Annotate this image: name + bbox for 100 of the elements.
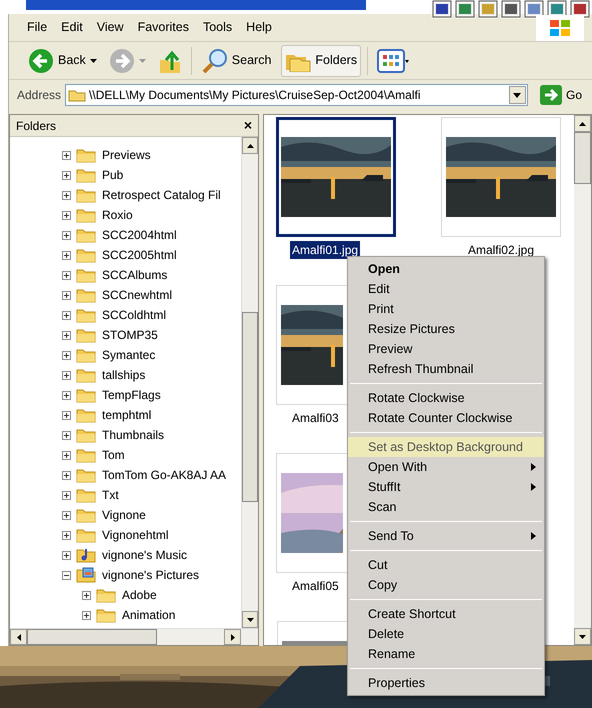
- tree-item[interactable]: Animation: [121, 606, 176, 624]
- app-icon[interactable]: [455, 0, 475, 18]
- expand-icon[interactable]: [62, 410, 71, 420]
- search-icon: [202, 48, 228, 74]
- expand-icon[interactable]: [62, 250, 71, 260]
- tree-item[interactable]: Adobe: [121, 586, 158, 604]
- expand-icon[interactable]: [62, 530, 71, 540]
- expand-icon[interactable]: [62, 270, 71, 280]
- expand-icon[interactable]: [62, 210, 71, 220]
- folder-icon: [76, 367, 96, 383]
- app-icon[interactable]: [570, 0, 590, 18]
- menu-item[interactable]: Open With: [348, 457, 544, 477]
- menu-item[interactable]: Resize Pictures: [348, 319, 544, 339]
- tree-item[interactable]: Symantec: [101, 346, 156, 364]
- tree-item[interactable]: vignone's Pictures: [101, 566, 200, 584]
- menu-item[interactable]: View: [90, 16, 130, 39]
- tree-item[interactable]: vignone's Music: [101, 546, 188, 564]
- address-field[interactable]: \\DELL\My Documents\My Pictures\CruiseSep-Oct2004\Amalfi: [65, 84, 528, 106]
- expand-icon[interactable]: [82, 590, 91, 600]
- app-icon[interactable]: [501, 0, 521, 18]
- tree-item[interactable]: temphtml: [101, 406, 152, 424]
- file-name[interactable]: Amalfi05: [290, 577, 341, 595]
- expand-icon[interactable]: [82, 610, 91, 620]
- menu-item[interactable]: StuffIt: [348, 477, 544, 497]
- menu-item[interactable]: Cut: [348, 555, 544, 575]
- expand-icon[interactable]: [62, 310, 71, 320]
- expand-icon[interactable]: [62, 390, 71, 400]
- tree-item[interactable]: Previews: [101, 146, 152, 164]
- tree-item[interactable]: SCCnewhtml: [101, 286, 174, 304]
- horizontal-scrollbar[interactable]: [10, 628, 258, 645]
- expand-icon[interactable]: [62, 550, 71, 560]
- expand-icon[interactable]: [62, 330, 71, 340]
- expand-icon[interactable]: [62, 430, 71, 440]
- menu-item[interactable]: Tools: [196, 16, 238, 39]
- tree-item[interactable]: Vignonehtml: [101, 526, 170, 544]
- expand-icon[interactable]: [62, 350, 71, 360]
- scroll-thumb[interactable]: [242, 312, 258, 502]
- close-button[interactable]: ×: [244, 115, 252, 136]
- tree-item[interactable]: TomTom Go-AK8AJ AA: [101, 466, 228, 484]
- tree-item[interactable]: SCC2004html: [101, 226, 178, 244]
- menu-item[interactable]: Send To: [348, 526, 544, 546]
- app-icon[interactable]: [478, 0, 498, 18]
- tree-item[interactable]: Txt: [101, 486, 120, 504]
- expand-icon[interactable]: [62, 370, 71, 380]
- menu-item[interactable]: Edit: [55, 16, 89, 39]
- folder-icon: [76, 327, 96, 343]
- expand-icon[interactable]: [62, 230, 71, 240]
- menu-item[interactable]: Scan: [348, 497, 544, 517]
- menu-item[interactable]: Set as Desktop Background: [348, 437, 544, 457]
- menu-item[interactable]: Create Shortcut: [348, 604, 544, 624]
- expand-icon[interactable]: [62, 470, 71, 480]
- windows-logo: [536, 14, 584, 40]
- tree-item[interactable]: SCColdhtml: [101, 306, 168, 324]
- go-button[interactable]: Go: [538, 85, 584, 105]
- search-button[interactable]: Search: [198, 44, 276, 76]
- tree-item[interactable]: Retrospect Catalog Fil: [101, 186, 222, 204]
- tree-item[interactable]: Tom: [101, 446, 126, 464]
- back-button[interactable]: Back: [25, 44, 100, 76]
- tree-item[interactable]: Thumbnails: [101, 426, 166, 444]
- tree-item[interactable]: STOMP35: [101, 326, 159, 344]
- vertical-scrollbar[interactable]: [241, 137, 258, 628]
- menu-item[interactable]: Help: [240, 16, 278, 39]
- expand-icon[interactable]: [62, 290, 71, 300]
- menu-item[interactable]: Favorites: [132, 16, 195, 39]
- expand-icon[interactable]: [62, 150, 71, 160]
- menu-item[interactable]: File: [21, 16, 54, 39]
- menu-item[interactable]: Delete: [348, 624, 544, 644]
- expand-icon[interactable]: [62, 170, 71, 180]
- expand-icon[interactable]: [62, 450, 71, 460]
- dropdown-button[interactable]: [508, 86, 526, 104]
- expand-icon[interactable]: [62, 510, 71, 520]
- expand-icon[interactable]: [62, 190, 71, 200]
- app-icon[interactable]: [524, 0, 544, 18]
- tree-item[interactable]: Vignone: [101, 506, 147, 524]
- menu-item[interactable]: Edit: [348, 279, 544, 299]
- tree-item[interactable]: Pub: [101, 166, 124, 184]
- app-icon[interactable]: [432, 0, 452, 18]
- menu-item[interactable]: Rotate Counter Clockwise: [348, 408, 544, 428]
- folder-icon: [76, 247, 96, 263]
- tree-item[interactable]: SCCAlbums: [101, 266, 168, 284]
- thumbnail[interactable]: [276, 117, 396, 237]
- file-name[interactable]: Amalfi02.jpg: [466, 241, 536, 259]
- expand-icon[interactable]: [62, 490, 71, 500]
- menu-item[interactable]: Rotate Clockwise: [348, 388, 544, 408]
- collapse-icon[interactable]: [62, 570, 71, 580]
- menu-item[interactable]: Open: [348, 259, 544, 279]
- tree-item[interactable]: TempFlags: [101, 386, 162, 404]
- scroll-thumb[interactable]: [574, 132, 591, 184]
- menu-item[interactable]: Preview: [348, 339, 544, 359]
- menu-item[interactable]: Refresh Thumbnail: [348, 359, 544, 379]
- folders-button[interactable]: Folders: [281, 44, 362, 76]
- menu-item[interactable]: Print: [348, 299, 544, 319]
- tree-item[interactable]: SCC2005html: [101, 246, 178, 264]
- vertical-scrollbar[interactable]: [574, 115, 591, 645]
- tree-item[interactable]: Roxio: [101, 206, 134, 224]
- file-name[interactable]: Amalfi01.jpg: [290, 241, 360, 259]
- menu-item[interactable]: Copy: [348, 575, 544, 595]
- tree-item[interactable]: tallships: [101, 366, 146, 384]
- file-name[interactable]: Amalfi03: [290, 409, 341, 427]
- scroll-thumb[interactable]: [27, 629, 157, 645]
